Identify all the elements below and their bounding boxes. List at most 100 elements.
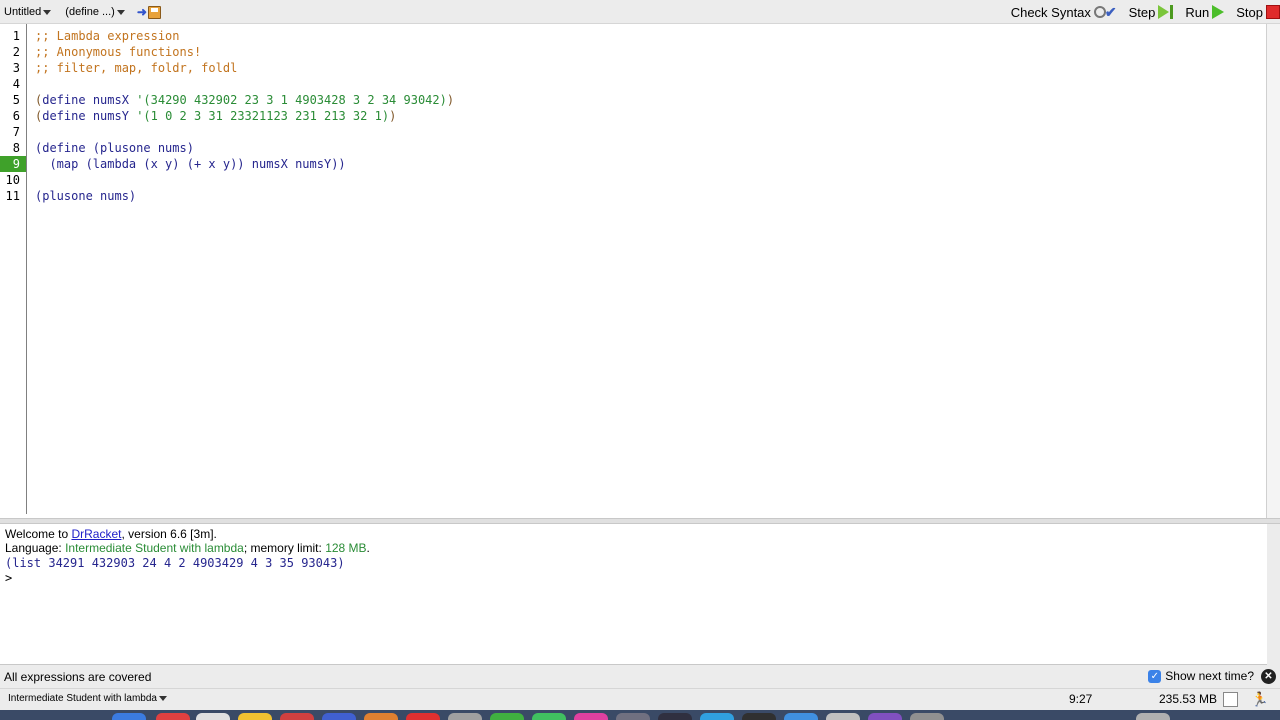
gc-indicator	[1223, 692, 1238, 707]
language-line: Language: Intermediate Student with lamb…	[5, 541, 370, 555]
line-number: 1	[12, 29, 20, 43]
line-number: 8	[12, 141, 20, 155]
keyword: define	[42, 93, 86, 107]
dock-app-icon[interactable]	[490, 713, 524, 720]
check-syntax-label: Check Syntax	[1010, 4, 1091, 20]
language-name: Intermediate Student with lambda	[65, 541, 244, 555]
chevron-down-icon	[158, 696, 167, 701]
dock-app-icon[interactable]	[700, 713, 734, 720]
dock-app-icon[interactable]	[406, 713, 440, 720]
cursor-position: 9:27	[1069, 692, 1093, 706]
line-number-gutter: 1 2 3 4 5 6 7 8 9 10 11	[0, 24, 27, 514]
dock-app-icon[interactable]	[574, 713, 608, 720]
dock-app-icon[interactable]	[238, 713, 272, 720]
disk-icon	[147, 5, 161, 19]
dock-app-icon[interactable]	[112, 713, 146, 720]
dock-app-icon[interactable]	[156, 713, 190, 720]
dock-app-icon[interactable]	[196, 713, 230, 720]
chevron-down-icon	[43, 9, 52, 15]
dock	[0, 710, 1280, 720]
code-line-5[interactable]: (define numsX '(34290 432902 23 3 1 4903…	[35, 92, 454, 108]
close-icon[interactable]: ✕	[1261, 669, 1276, 684]
line-number: 3	[12, 61, 20, 75]
paren: )	[389, 109, 397, 123]
code-line-3[interactable]: ;; filter, map, foldr, foldl	[35, 60, 237, 76]
run-button[interactable]: Run	[1185, 4, 1225, 20]
definitions-editor[interactable]: 1 2 3 4 5 6 7 8 9 10 11 ;; Lambda expres…	[0, 24, 1267, 518]
status-bar: Intermediate Student with lambda 9:27 23…	[0, 688, 1280, 710]
welcome-prefix: Welcome to	[5, 527, 72, 541]
coverage-message: All expressions are covered	[4, 670, 152, 684]
run-label: Run	[1185, 4, 1210, 20]
identifier: numsY	[92, 109, 129, 123]
line-number: 2	[12, 45, 20, 59]
checkbox-checked-icon[interactable]: ✓	[1148, 669, 1162, 683]
save-button[interactable]: ➜	[137, 5, 161, 19]
dock-app-icon[interactable]	[616, 713, 650, 720]
language-selector-label: Intermediate Student with lambda	[8, 693, 157, 704]
stop-label: Stop	[1236, 4, 1263, 20]
keyword: define	[42, 109, 86, 123]
dock-app-icon[interactable]	[826, 713, 860, 720]
define-menu-label: (define ...)	[65, 6, 115, 18]
toolbar-right: Check Syntax ✔ Step Run Stop	[999, 0, 1280, 24]
language-mid: ; memory limit:	[243, 541, 326, 555]
code-line-11[interactable]: (plusone nums)	[35, 188, 136, 204]
dock-app-icon[interactable]	[784, 713, 818, 720]
show-next-time-checkbox[interactable]: ✓ Show next time?	[1148, 669, 1254, 683]
quoted-list: '(34290 432902 23 3 1 4903428 3 2 34 930…	[136, 93, 447, 107]
dock-app-icon[interactable]	[1136, 713, 1170, 720]
code-line-1[interactable]: ;; Lambda expression	[35, 28, 180, 44]
checkmark-icon: ✔	[1104, 3, 1117, 20]
file-menu[interactable]: Untitled	[4, 6, 52, 18]
stop-icon	[1266, 5, 1280, 19]
check-syntax-button[interactable]: Check Syntax ✔	[1011, 4, 1117, 21]
line-number: 5	[12, 93, 20, 107]
line-number: 4	[12, 77, 20, 91]
welcome-suffix: , version 6.6 [3m].	[121, 527, 217, 541]
dock-app-icon[interactable]	[742, 713, 776, 720]
dock-app-icon[interactable]	[658, 713, 692, 720]
dock-app-icon[interactable]	[868, 713, 902, 720]
language-end: .	[366, 541, 370, 555]
code-line-2[interactable]: ;; Anonymous functions!	[35, 44, 201, 60]
quoted-list: '(1 0 2 3 31 23321123 231 213 32 1)	[136, 109, 390, 123]
line-number: 11	[5, 189, 20, 203]
line-number: 10	[5, 173, 20, 187]
language-prefix: Language:	[5, 541, 66, 555]
line-number: 7	[12, 125, 20, 139]
repl-prompt[interactable]: >	[5, 571, 12, 585]
code-line-8[interactable]: (define (plusone nums)	[35, 140, 194, 156]
dock-app-icon[interactable]	[322, 713, 356, 720]
line-number-current: 9	[0, 156, 26, 172]
step-label: Step	[1128, 4, 1156, 20]
memory-limit: 128 MB	[325, 541, 367, 555]
define-menu[interactable]: (define ...)	[65, 6, 125, 18]
code-line-6[interactable]: (define numsY '(1 0 2 3 31 23321123 231 …	[35, 108, 396, 124]
code-line-9[interactable]: (map (lambda (x y) (+ x y)) numsX numsY)…	[35, 156, 345, 172]
dock-app-icon[interactable]	[910, 713, 944, 720]
dock-app-icon[interactable]	[532, 713, 566, 720]
editor-scrollbar[interactable]	[1267, 24, 1280, 518]
chevron-down-icon	[116, 9, 125, 15]
step-icon	[1158, 5, 1174, 19]
step-button[interactable]: Step	[1129, 5, 1174, 20]
paren: )	[446, 93, 455, 107]
welcome-line: Welcome to DrRacket, version 6.6 [3m].	[5, 527, 217, 541]
coverage-bar: All expressions are covered ✓ Show next …	[0, 666, 1280, 688]
running-man-icon: 🏃	[1251, 691, 1269, 707]
language-selector[interactable]: Intermediate Student with lambda	[8, 693, 167, 704]
memory-usage: 235.53 MB	[1159, 692, 1218, 706]
identifier: numsX	[92, 93, 129, 107]
result-output: (list 34291 432903 24 4 2 4903429 4 3 35…	[5, 556, 345, 570]
dock-app-icon[interactable]	[448, 713, 482, 720]
drracket-link[interactable]: DrRacket	[71, 527, 121, 541]
line-number: 6	[12, 109, 20, 123]
dock-app-icon[interactable]	[280, 713, 314, 720]
interactions-pane[interactable]: Welcome to DrRacket, version 6.6 [3m]. L…	[0, 524, 1267, 665]
arrow-right-icon: ➜	[136, 5, 147, 19]
toolbar-left: Untitled (define ...) ➜	[4, 0, 161, 24]
dock-app-icon[interactable]	[364, 713, 398, 720]
stop-button[interactable]: Stop	[1236, 5, 1280, 20]
file-menu-label: Untitled	[4, 6, 42, 18]
